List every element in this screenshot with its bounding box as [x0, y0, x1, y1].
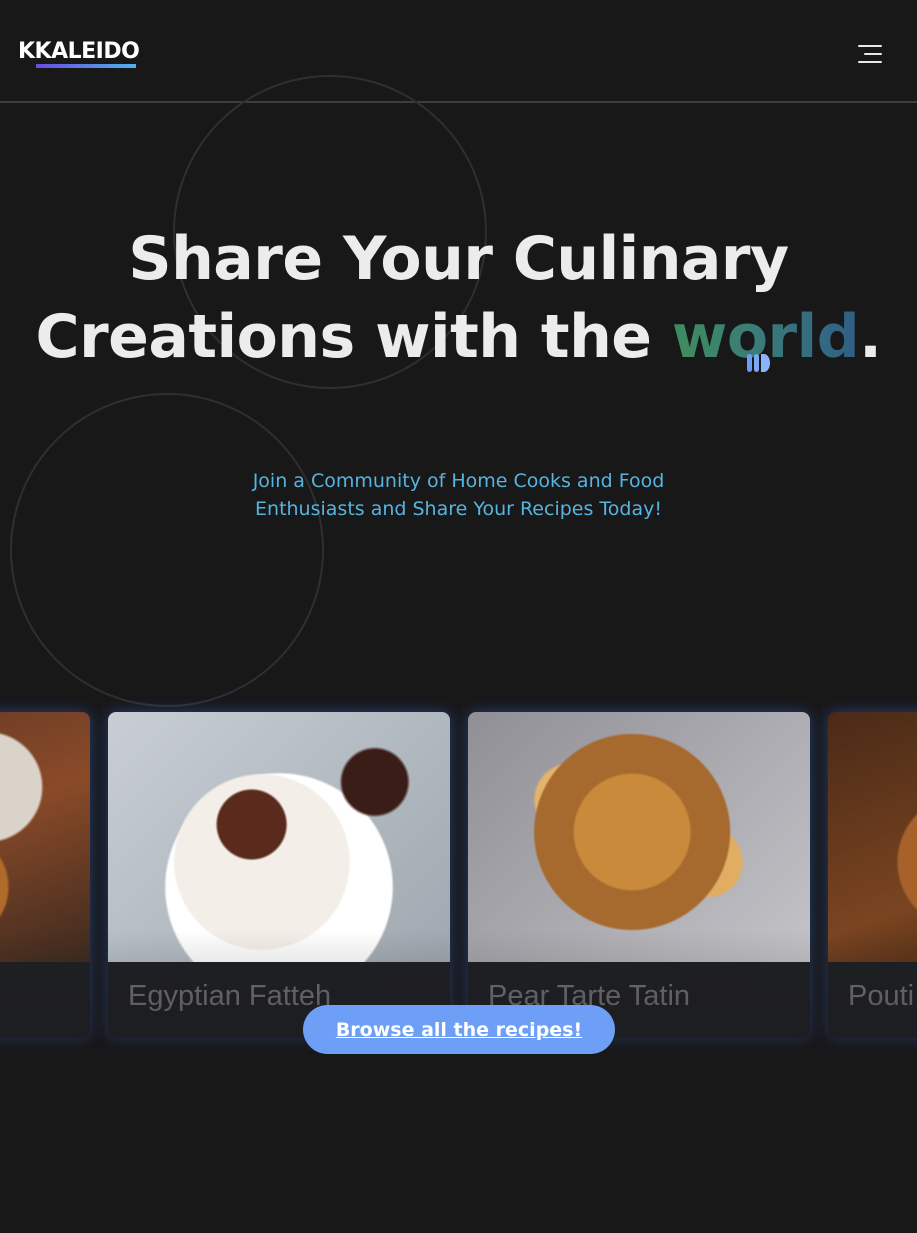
- recipe-image: [468, 712, 810, 962]
- sparkle-badge-icon: [747, 354, 770, 372]
- hero-title-line2: Creations with the: [35, 302, 672, 372]
- hero-title-line1: Share Your Culinary: [128, 224, 789, 294]
- recipe-title: Pouti: [848, 980, 915, 1012]
- hero-subtitle: Join a Community of Home Cooks and Food …: [252, 470, 665, 520]
- logo-underline: [36, 64, 136, 68]
- recipe-image: [828, 712, 917, 962]
- recipe-card[interactable]: Pouti: [828, 712, 917, 1038]
- hero-title-period: .: [859, 302, 882, 372]
- recipe-image: [108, 712, 450, 962]
- recipe-card[interactable]: Pear Tarte Tatin: [468, 712, 810, 1038]
- logo-text: KKALEIDO: [18, 39, 140, 64]
- site-header: KKALEIDO: [0, 0, 917, 103]
- recipe-card[interactable]: Egyptian Fatteh: [108, 712, 450, 1038]
- recipe-image: [0, 712, 90, 962]
- decorative-circle: [10, 393, 324, 707]
- page: KKALEIDO Share Your Culinary Creations w…: [0, 0, 917, 1233]
- recipe-title: Egyptian Fatteh: [128, 980, 332, 1012]
- browse-recipes-button[interactable]: Browse all the recipes!: [303, 1005, 615, 1054]
- hamburger-menu-icon[interactable]: [854, 42, 882, 66]
- kaleido-logo[interactable]: KKALEIDO: [18, 38, 140, 70]
- recipe-card[interactable]: [0, 712, 90, 1038]
- hero-title: Share Your Culinary Creations with the w…: [0, 220, 917, 376]
